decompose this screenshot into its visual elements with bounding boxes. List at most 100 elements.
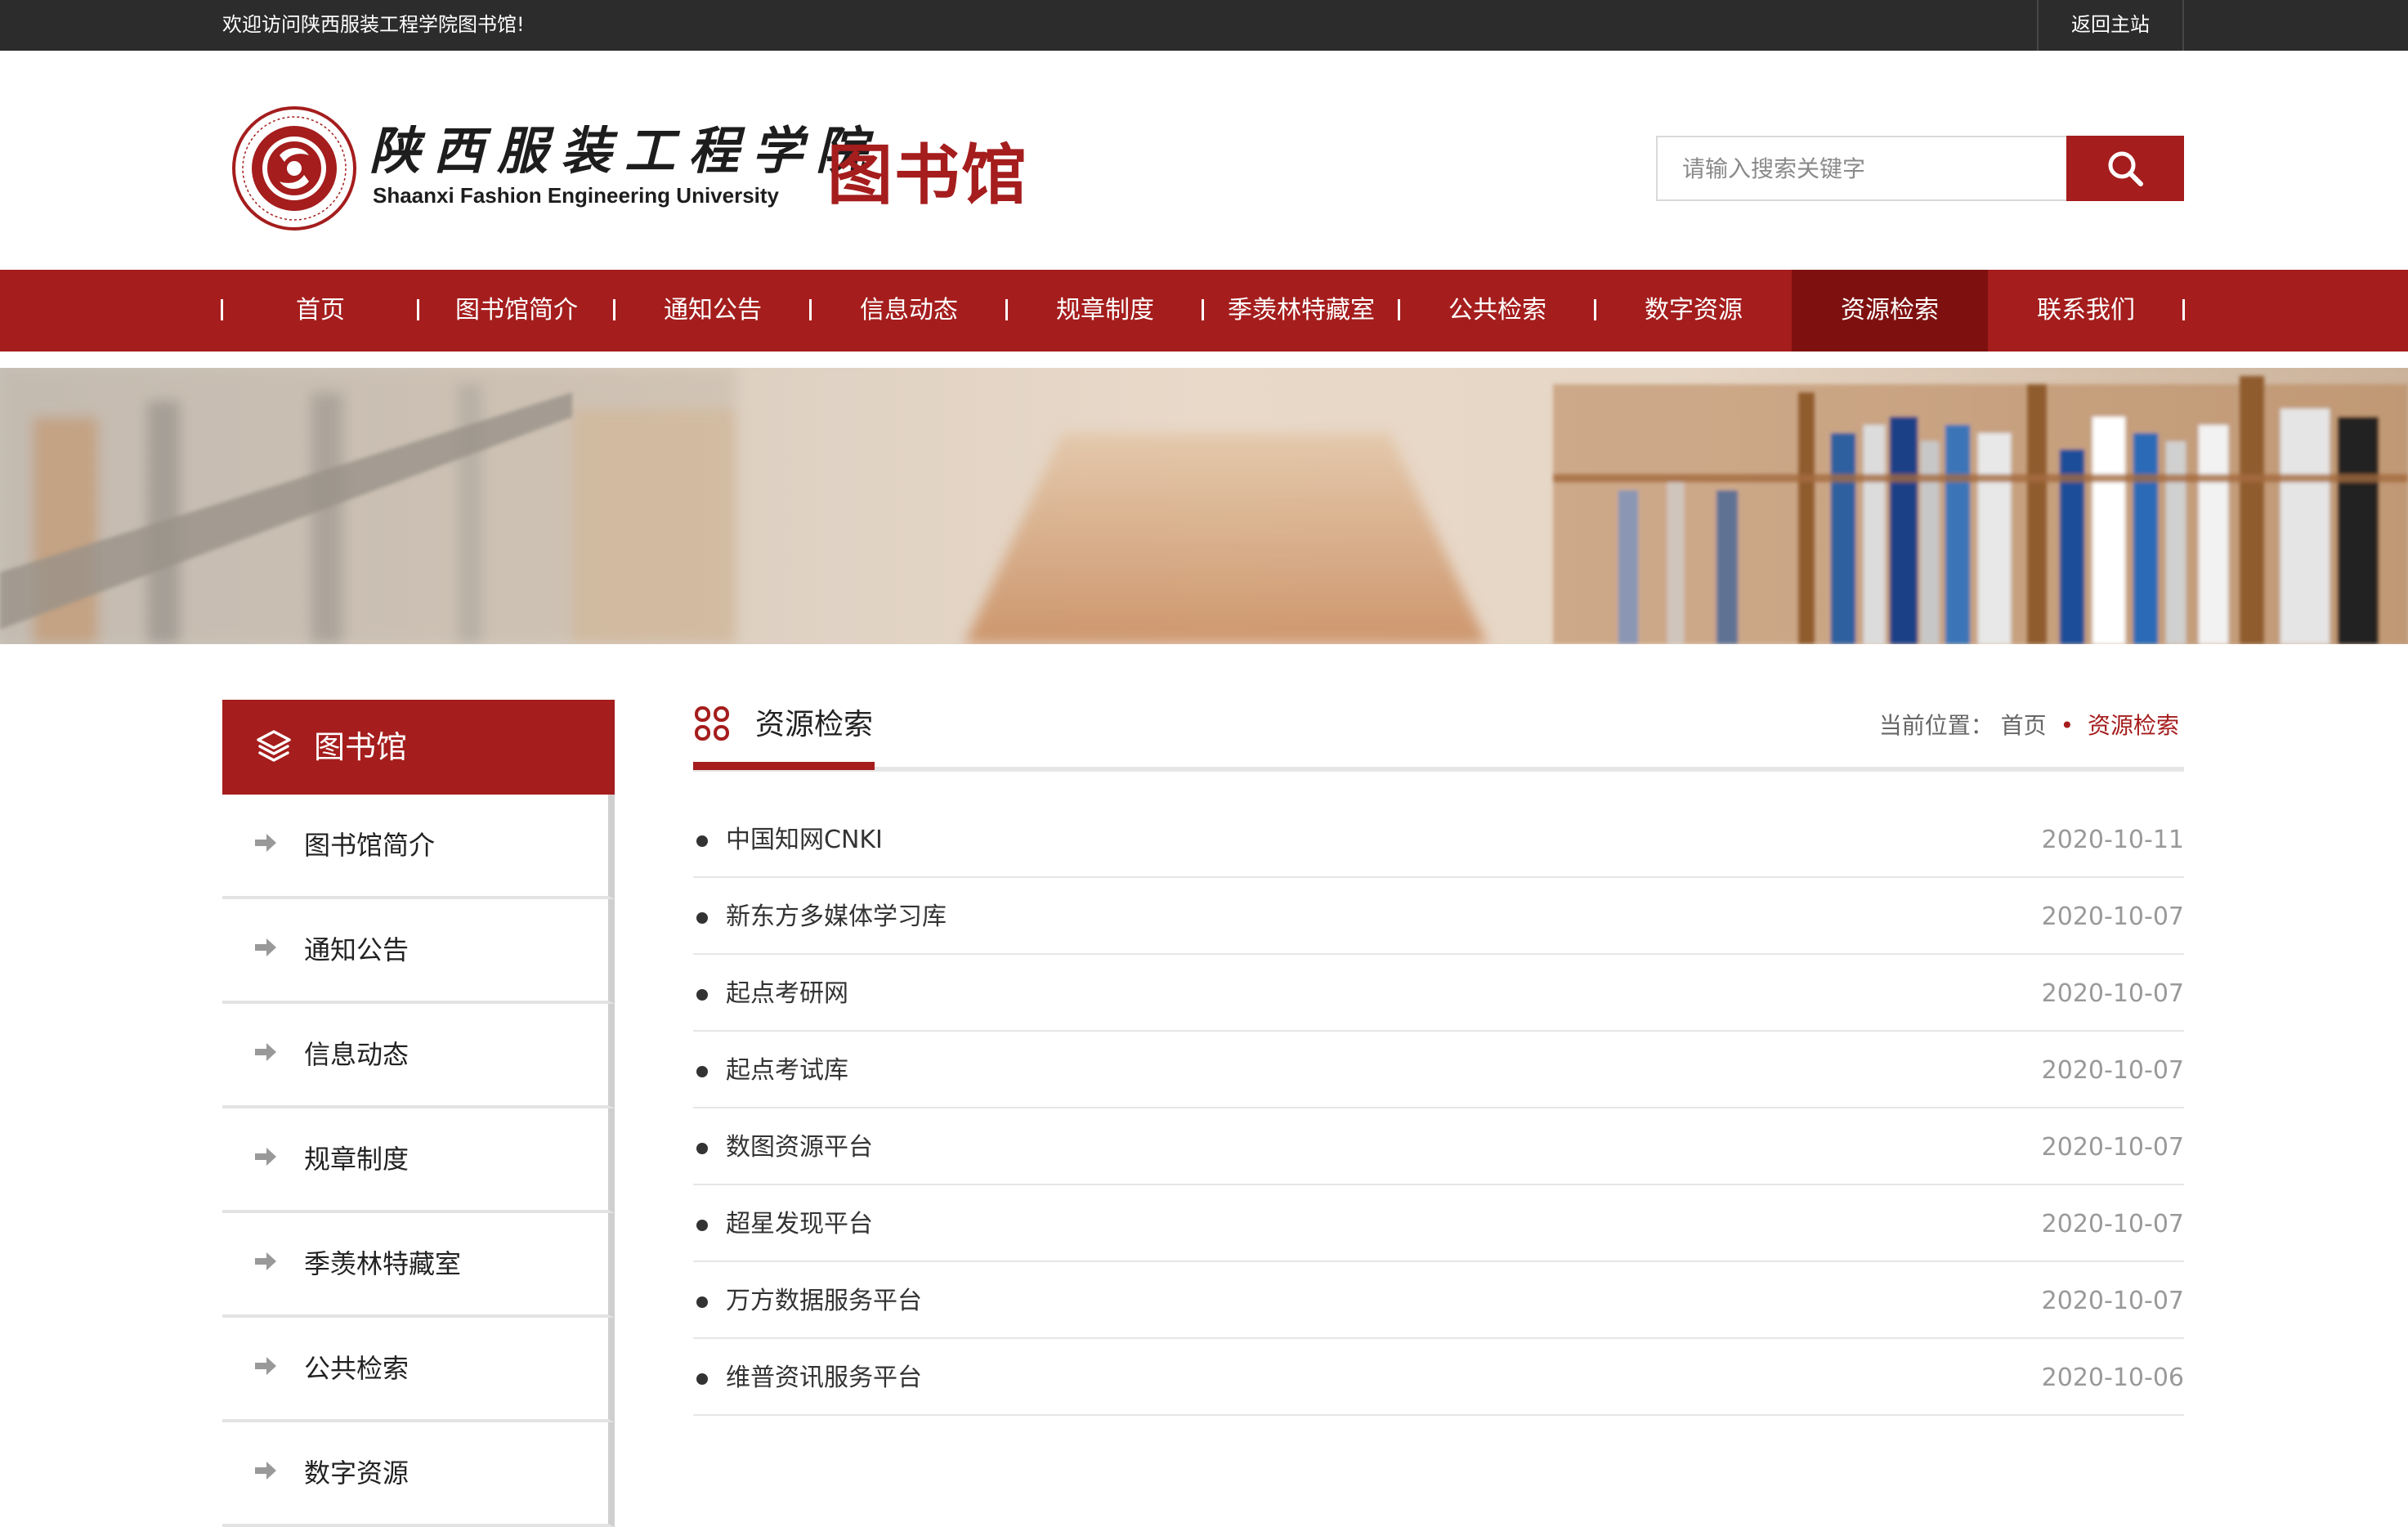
breadcrumb: 当前位置： 首页 • 资源检索 [1879, 708, 2179, 741]
nav-item-home[interactable]: 首页 [222, 270, 418, 352]
list-item[interactable]: 超星发现平台 2020-10-07 [693, 1185, 2184, 1262]
title-underline [693, 762, 875, 770]
list-item-date: 2020-10-11 [2041, 826, 2184, 854]
bullet-dot [696, 1066, 708, 1077]
nav-divider [1005, 299, 1008, 320]
list-item[interactable]: 万方数据服务平台 2020-10-07 [693, 1262, 2184, 1339]
bullet-dot [696, 835, 708, 847]
arrow-right-icon [255, 1252, 276, 1270]
nav-divider [1202, 299, 1204, 320]
nav-item-resource-search[interactable]: 资源检索 [1792, 270, 1988, 352]
search-icon [2108, 151, 2143, 186]
layers-icon [257, 730, 291, 762]
breadcrumb-home[interactable]: 首页 [2001, 712, 2047, 739]
sidebar-item-public-search[interactable]: 公共检索 [222, 1318, 615, 1422]
list-item-title[interactable]: 中国知网CNKI [726, 801, 883, 876]
nav-item-library-intro[interactable]: 图书馆简介 [418, 270, 615, 352]
list-item-title[interactable]: 新东方多媒体学习库 [726, 878, 947, 953]
nav-divider [613, 299, 615, 320]
return-main-site-link[interactable]: 返回主站 [2037, 0, 2184, 51]
search-button[interactable] [2066, 136, 2184, 201]
list-item-date: 2020-10-07 [2041, 1056, 2184, 1085]
sidebar: 图书馆 图书馆简介 通知公告 信息动态 规章制度 季羡林特藏室 公共检索 数字资… [222, 700, 615, 1527]
search-input[interactable] [1656, 136, 2068, 201]
nav-item-regulations[interactable]: 规章制度 [1007, 270, 1203, 352]
list-item-date: 2020-10-06 [2041, 1364, 2184, 1392]
school-name-cn: 陕西服装工程学院 [369, 121, 880, 181]
sidebar-item-label: 通知公告 [304, 934, 410, 965]
nav-divider [2182, 299, 2185, 320]
list-item-date: 2020-10-07 [2041, 979, 2184, 1008]
main-nav: 首页 图书馆简介 通知公告 信息动态 规章制度 季羡林特藏室 公共检索 数字资源… [0, 270, 2408, 352]
nav-item-public-search[interactable]: 公共检索 [1399, 270, 1596, 352]
school-name-en: Shaanxi Fashion Engineering University [373, 183, 780, 208]
sidebar-title: 图书馆 [222, 700, 615, 795]
sidebar-item-label: 规章制度 [304, 1144, 410, 1175]
bullet-dot [696, 912, 708, 924]
resource-list: 中国知网CNKI 2020-10-11 新东方多媒体学习库 2020-10-07… [693, 801, 2184, 1416]
sidebar-item-notices[interactable]: 通知公告 [222, 899, 615, 1004]
nav-divider [221, 299, 223, 320]
arrow-right-icon [255, 1043, 276, 1061]
top-bar: 欢迎访问陕西服装工程学院图书馆! 返回主站 [0, 0, 2408, 51]
list-item[interactable]: 维普资讯服务平台 2020-10-06 [693, 1339, 2184, 1416]
arrow-right-icon [255, 1148, 276, 1166]
list-item[interactable]: 起点考研网 2020-10-07 [693, 955, 2184, 1032]
nav-item-contact[interactable]: 联系我们 [1988, 270, 2184, 352]
breadcrumb-prefix: 当前位置： [1878, 712, 1994, 739]
list-item-title[interactable]: 数图资源平台 [726, 1108, 873, 1184]
list-item[interactable]: 新东方多媒体学习库 2020-10-07 [693, 878, 2184, 955]
sidebar-item-label: 季羡林特藏室 [304, 1248, 462, 1279]
bullet-dot [696, 1220, 708, 1231]
nav-divider [809, 299, 812, 320]
library-banner [0, 368, 2408, 644]
nav-item-special-collection[interactable]: 季羡林特藏室 [1203, 270, 1399, 352]
sidebar-item-label: 公共检索 [304, 1353, 410, 1384]
list-item-date: 2020-10-07 [2041, 1210, 2184, 1238]
site-header: 陕西服装工程学院 Shaanxi Fashion Engineering Uni… [0, 51, 2408, 270]
nav-divider [1594, 299, 1596, 320]
arrow-right-icon [255, 1462, 276, 1480]
school-logo[interactable]: 陕西服装工程学院 Shaanxi Fashion Engineering Uni… [231, 105, 1032, 235]
bullet-dot [696, 989, 708, 1001]
arrow-right-icon [255, 938, 276, 956]
grid-icon [695, 706, 729, 741]
sidebar-item-news[interactable]: 信息动态 [222, 1004, 615, 1108]
nav-item-notices[interactable]: 通知公告 [615, 270, 811, 352]
list-item-title[interactable]: 起点考研网 [726, 955, 848, 1030]
bullet-dot [696, 1373, 708, 1385]
section-header: 资源检索 当前位置： 首页 • 资源检索 [693, 700, 2184, 772]
list-item-title[interactable]: 起点考试库 [726, 1032, 848, 1107]
breadcrumb-separator: • [2060, 712, 2075, 739]
list-item[interactable]: 中国知网CNKI 2020-10-11 [693, 801, 2184, 878]
nav-item-digital-resources[interactable]: 数字资源 [1596, 270, 1792, 352]
nav-item-news[interactable]: 信息动态 [811, 270, 1007, 352]
sidebar-item-special-collection[interactable]: 季羡林特藏室 [222, 1213, 615, 1318]
nav-divider [1398, 299, 1400, 320]
sidebar-item-library-intro[interactable]: 图书馆简介 [222, 795, 615, 899]
arrow-right-icon [255, 834, 276, 852]
list-item[interactable]: 起点考试库 2020-10-07 [693, 1032, 2184, 1108]
page-title: 资源检索 [755, 708, 874, 741]
library-name: 图书馆 [827, 137, 1028, 213]
breadcrumb-current[interactable]: 资源检索 [2088, 712, 2179, 739]
sidebar-item-digital-resources[interactable]: 数字资源 [222, 1422, 615, 1527]
list-item[interactable]: 数图资源平台 2020-10-07 [693, 1108, 2184, 1185]
sidebar-item-label: 数字资源 [304, 1458, 410, 1489]
list-item-date: 2020-10-07 [2041, 1287, 2184, 1315]
sidebar-item-regulations[interactable]: 规章制度 [222, 1108, 615, 1213]
list-item-title[interactable]: 维普资讯服务平台 [726, 1339, 922, 1414]
list-item-date: 2020-10-07 [2041, 902, 2184, 931]
bullet-dot [696, 1296, 708, 1308]
welcome-text: 欢迎访问陕西服装工程学院图书馆! [222, 13, 525, 36]
search-box [1656, 136, 2184, 201]
bullet-dot [696, 1143, 708, 1154]
sidebar-title-label: 图书馆 [314, 729, 408, 765]
list-item-title[interactable]: 超星发现平台 [726, 1185, 873, 1261]
sidebar-item-label: 图书馆简介 [304, 830, 436, 861]
banner-image [0, 368, 2408, 644]
list-item-title[interactable]: 万方数据服务平台 [726, 1262, 922, 1337]
school-seal-icon [232, 106, 356, 231]
sidebar-item-label: 信息动态 [304, 1039, 410, 1070]
nav-divider [417, 299, 419, 320]
